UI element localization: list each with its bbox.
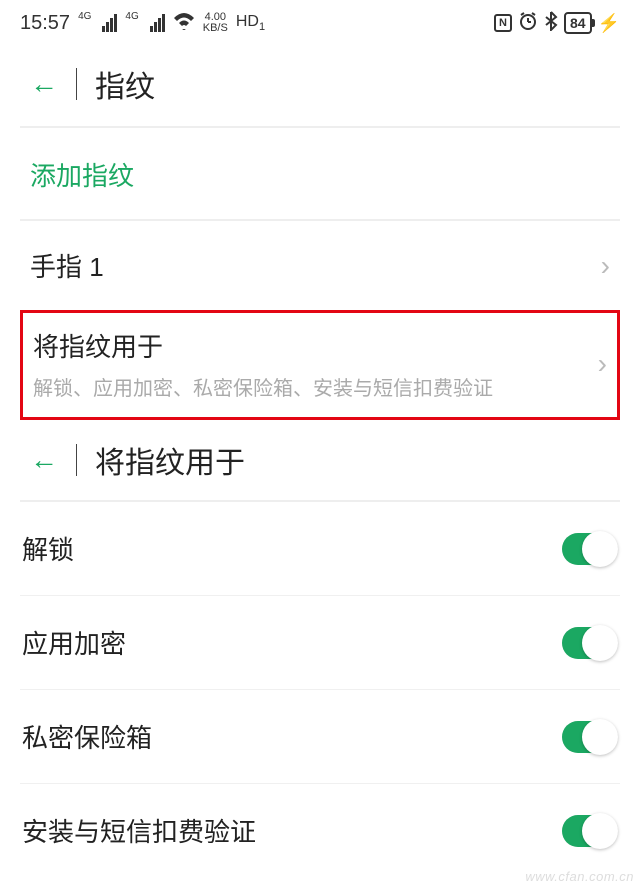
- page-title-2: 将指纹用于: [95, 438, 245, 482]
- alarm-icon: [518, 11, 538, 36]
- hd-badge: HD1: [236, 13, 265, 33]
- status-right: N 84 ⚡: [494, 11, 620, 36]
- toggle-unlock[interactable]: [562, 533, 618, 565]
- battery-indicator: 84: [564, 12, 592, 34]
- bluetooth-icon: [544, 11, 558, 36]
- toggle-row-private-safe: 私密保险箱: [0, 690, 640, 783]
- signal-2-icon: [150, 14, 165, 32]
- status-time: 15:57: [20, 12, 70, 35]
- status-left: 15:57 4G 4G 4.00 KB/S HD1: [20, 12, 265, 35]
- toggle-label: 私密保险箱: [22, 718, 152, 755]
- use-fingerprint-for-row[interactable]: 将指纹用于 解锁、应用加密、私密保险箱、安装与短信扣费验证 ›: [20, 310, 620, 420]
- page-title: 指纹: [95, 62, 155, 106]
- network-speed: 4.00 KB/S: [203, 12, 228, 34]
- header-separator: [76, 68, 77, 100]
- signal-1-label: 4G: [78, 12, 91, 22]
- chevron-right-icon: ›: [598, 348, 607, 380]
- watermark: www.cfan.com.cn: [525, 869, 634, 884]
- toggle-install-sms[interactable]: [562, 815, 618, 847]
- charging-icon: ⚡: [598, 13, 620, 34]
- toggle-label: 解锁: [22, 530, 74, 567]
- page-header-use-for: ← 将指纹用于: [0, 420, 640, 500]
- back-button[interactable]: ←: [30, 68, 58, 100]
- header-separator: [76, 444, 77, 476]
- status-bar: 15:57 4G 4G 4.00 KB/S HD1 N 84 ⚡: [0, 0, 640, 46]
- finger-1-label: 手指 1: [30, 247, 104, 284]
- add-fingerprint-link[interactable]: 添加指纹: [30, 161, 134, 191]
- toggle-row-app-encrypt: 应用加密: [0, 596, 640, 689]
- chevron-right-icon: ›: [601, 250, 610, 282]
- toggle-row-install-sms: 安装与短信扣费验证: [0, 784, 640, 877]
- toggle-app-encrypt[interactable]: [562, 627, 618, 659]
- toggle-label: 应用加密: [22, 624, 126, 661]
- wifi-icon: [173, 12, 195, 35]
- finger-1-row[interactable]: 手指 1 ›: [0, 221, 640, 310]
- back-button[interactable]: ←: [30, 444, 58, 476]
- signal-2-label: 4G: [125, 12, 138, 22]
- signal-1-icon: [102, 14, 117, 32]
- nfc-icon: N: [494, 14, 512, 32]
- add-fingerprint-section: 添加指纹: [0, 128, 640, 219]
- toggle-row-unlock: 解锁: [0, 502, 640, 595]
- toggle-private-safe[interactable]: [562, 721, 618, 753]
- page-header-fingerprint: ← 指纹: [0, 46, 640, 126]
- toggle-label: 安装与短信扣费验证: [22, 812, 256, 849]
- use-for-title: 将指纹用于: [33, 327, 493, 364]
- use-for-subtitle: 解锁、应用加密、私密保险箱、安装与短信扣费验证: [33, 372, 493, 401]
